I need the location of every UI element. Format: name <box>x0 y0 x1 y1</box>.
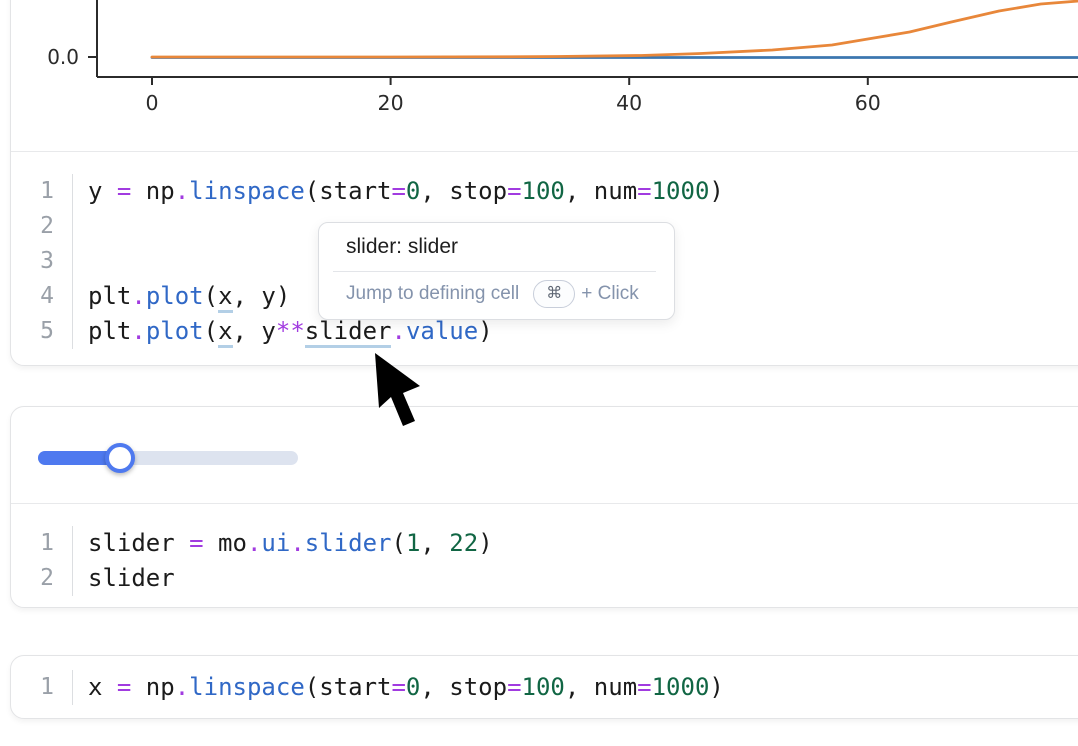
code-token: 1000 <box>652 177 710 205</box>
code-token: (start <box>305 177 392 205</box>
tooltip-click-text: + Click <box>581 283 639 305</box>
code-token: 100 <box>522 673 565 701</box>
y-tick-label: 0.0 <box>47 45 79 69</box>
code-token: plot <box>146 317 204 345</box>
code-token: = <box>391 177 405 205</box>
code-token: ) <box>478 317 492 345</box>
code-token: (start <box>305 673 392 701</box>
code-token: . <box>175 177 189 205</box>
code-token: ) <box>709 177 723 205</box>
code-token: slider <box>88 564 175 592</box>
code-token: mo <box>204 529 247 557</box>
tooltip-variable-name: slider: slider <box>319 223 674 271</box>
code-token: , y <box>233 317 276 345</box>
tooltip-hint-text: Jump to defining cell <box>346 283 519 305</box>
code-token: = <box>507 673 521 701</box>
code-token: . <box>391 317 405 345</box>
code-token: = <box>637 177 651 205</box>
code-token: . <box>131 282 145 310</box>
code-token: linspace <box>189 177 305 205</box>
variable-reference[interactable]: x <box>218 317 232 348</box>
variable-hover-tooltip: slider: slider Jump to defining cell ⌘ +… <box>318 222 675 320</box>
code-token: = <box>391 673 405 701</box>
code-token: ( <box>204 317 218 345</box>
code-token: ) <box>478 529 492 557</box>
code-token: 22 <box>449 529 478 557</box>
code-token: . <box>290 529 304 557</box>
x-tick-label: 20 <box>378 91 404 115</box>
x-tick-label: 60 <box>855 91 881 115</box>
code-token: . <box>175 673 189 701</box>
variable-reference[interactable]: slider <box>305 317 392 348</box>
code-token: plt <box>88 282 131 310</box>
series-y**slider.value <box>152 1 1078 57</box>
code-token: value <box>406 317 478 345</box>
code-editor[interactable]: 1x = np.linspace(start=0, stop=100, num=… <box>11 656 1078 705</box>
code-token: linspace <box>189 673 305 701</box>
notebook-cell-slider: 1slider = mo.ui.slider(1, 22)2slider <box>10 406 1078 608</box>
code-token: . <box>247 529 261 557</box>
code-editor[interactable]: 1slider = mo.ui.slider(1, 22)2slider <box>11 504 1078 596</box>
line-number: 3 <box>11 244 73 279</box>
code-token: plt <box>88 317 131 345</box>
code-token: , num <box>565 673 637 701</box>
code-token: x <box>88 673 117 701</box>
line-number: 2 <box>11 561 73 596</box>
code-token: 0 <box>406 673 420 701</box>
cell-output-area: 0.0 0 20 40 60 <box>11 0 1078 152</box>
code-token: np <box>131 177 174 205</box>
code-token: , stop <box>420 177 507 205</box>
code-token: 0 <box>406 177 420 205</box>
code-token: y <box>88 177 117 205</box>
code-token: slider <box>88 529 189 557</box>
code-token: 1 <box>406 529 420 557</box>
code-token: , <box>420 529 449 557</box>
line-number: 4 <box>11 279 73 314</box>
cell-output-area <box>11 407 1078 504</box>
code-token: ** <box>276 317 305 345</box>
code-token: np <box>131 673 174 701</box>
code-token: ui <box>261 529 290 557</box>
x-tick-label: 0 <box>145 91 158 115</box>
line-number: 1 <box>11 670 73 705</box>
code-token: slider <box>305 529 392 557</box>
code-token: = <box>189 529 203 557</box>
line-number: 1 <box>11 526 73 561</box>
matplotlib-figure: 0.0 0 20 40 60 <box>11 0 1078 151</box>
notebook-cell-x: 1x = np.linspace(start=0, stop=100, num=… <box>10 655 1078 719</box>
x-tick-label: 40 <box>616 91 642 115</box>
code-token: , num <box>565 177 637 205</box>
line-number: 2 <box>11 209 73 244</box>
slider-track[interactable] <box>38 451 298 465</box>
code-token: 1000 <box>652 673 710 701</box>
command-key-badge: ⌘ <box>533 280 575 308</box>
code-token: , y) <box>233 282 291 310</box>
code-token: plot <box>146 282 204 310</box>
slider-handle[interactable] <box>105 443 135 473</box>
code-token: , stop <box>420 673 507 701</box>
code-token: ( <box>391 529 405 557</box>
code-token: = <box>117 673 131 701</box>
code-token: = <box>117 177 131 205</box>
variable-reference[interactable]: x <box>218 282 232 313</box>
code-token: . <box>131 317 145 345</box>
code-token: ) <box>709 673 723 701</box>
code-token: ( <box>204 282 218 310</box>
code-token: = <box>507 177 521 205</box>
line-number: 1 <box>11 174 73 209</box>
code-token: 100 <box>522 177 565 205</box>
code-token: = <box>637 673 651 701</box>
line-number: 5 <box>11 314 73 349</box>
